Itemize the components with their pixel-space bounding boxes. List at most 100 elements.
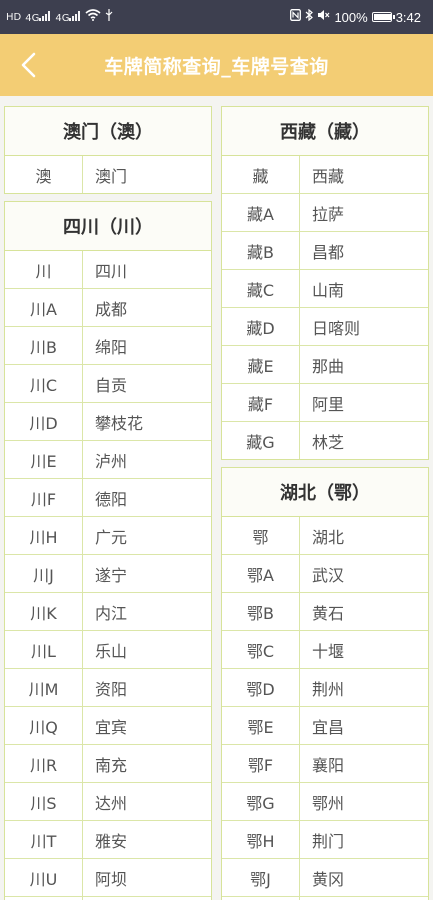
city-name: 绵阳 <box>95 337 128 357</box>
plate-row[interactable]: 藏A 拉萨 <box>222 193 428 231</box>
plate-row[interactable]: 川T 雅安 <box>5 820 211 858</box>
city-name: 达州 <box>95 793 128 813</box>
left-column: 澳门（澳）澳澳门 四川（川）川四川 川A 成都 川B 绵阳 川C 自贡 川D 攀枝花 川E 泸州 川F 德… <box>4 106 212 900</box>
app-bar: 车牌简称查询_车牌号查询 <box>0 34 433 96</box>
plate-code: 鄂G <box>222 783 300 820</box>
plate-code: 鄂D <box>222 669 300 706</box>
city-name: 那曲 <box>312 356 345 376</box>
plate-row[interactable]: 川E 泸州 <box>5 440 211 478</box>
plate-code: 川 <box>5 251 83 288</box>
plate-row[interactable]: 鄂D 荆州 <box>222 668 428 706</box>
plate-row[interactable]: 川R 南充 <box>5 744 211 782</box>
plate-row[interactable]: 藏E 那曲 <box>222 345 428 383</box>
plate-row[interactable]: 川J 遂宁 <box>5 554 211 592</box>
city-name: 乐山 <box>95 641 128 661</box>
plate-row[interactable]: 鄂H 荆门 <box>222 820 428 858</box>
city-name: 黄石 <box>312 603 345 623</box>
city-name: 湖北 <box>312 527 345 547</box>
plate-row[interactable]: 藏B 昌都 <box>222 231 428 269</box>
plate-row[interactable]: 川A 成都 <box>5 288 211 326</box>
signal-icon-1: 4G <box>25 10 51 24</box>
city-name: 西藏 <box>312 166 345 186</box>
plate-row[interactable]: 川C 自贡 <box>5 364 211 402</box>
plate-row[interactable]: 川V甘孜 <box>5 896 211 900</box>
province-title: 西藏（藏） <box>222 107 428 156</box>
city-name: 内江 <box>95 603 128 623</box>
plate-code: 鄂F <box>222 745 300 782</box>
plate-row[interactable]: 鄂K孝感 <box>222 896 428 900</box>
page-title: 车牌简称查询_车牌号查询 <box>104 55 329 78</box>
hd-icon: HD <box>6 11 22 23</box>
city-name: 遂宁 <box>95 565 128 585</box>
mute-icon <box>317 9 330 25</box>
city-name: 鄂州 <box>312 793 345 813</box>
province-card: 澳门（澳）澳澳门 <box>4 106 212 194</box>
plate-code: 川Q <box>5 707 83 744</box>
city-name: 武汉 <box>312 565 345 585</box>
city-name: 十堰 <box>312 641 345 661</box>
plate-row[interactable]: 鄂E 宜昌 <box>222 706 428 744</box>
plate-row[interactable]: 川四川 <box>5 251 211 288</box>
city-name: 荆门 <box>312 831 345 851</box>
status-bar-right: 100% 3:42 <box>290 8 421 25</box>
city-name: 阿坝 <box>95 869 128 889</box>
plate-row[interactable]: 川F 德阳 <box>5 478 211 516</box>
plate-code: 川L <box>5 631 83 668</box>
plate-code: 澳 <box>5 156 83 193</box>
plate-code: 藏 <box>222 156 300 193</box>
plate-code: 藏A <box>222 194 300 231</box>
city-name: 宜宾 <box>95 717 128 737</box>
chevron-left-icon[interactable] <box>14 48 46 82</box>
plate-row[interactable]: 藏D 日喀则 <box>222 307 428 345</box>
plate-code: 川T <box>5 821 83 858</box>
plate-row[interactable]: 川M 资阳 <box>5 668 211 706</box>
plate-row[interactable]: 川L 乐山 <box>5 630 211 668</box>
city-name: 襄阳 <box>312 755 345 775</box>
plate-row[interactable]: 鄂F 襄阳 <box>222 744 428 782</box>
plate-row[interactable]: 鄂C 十堰 <box>222 630 428 668</box>
plate-row[interactable]: 藏西藏 <box>222 156 428 193</box>
plate-code: 藏G <box>222 422 300 459</box>
plate-row[interactable]: 澳澳门 <box>5 156 211 193</box>
plate-table: 川四川 川A 成都 川B 绵阳 川C 自贡 川D 攀枝花 川E 泸州 川F 德阳 川H 广元 川J 遂宁 川K 内江… <box>5 251 211 900</box>
plate-row[interactable]: 川D 攀枝花 <box>5 402 211 440</box>
status-bar-left: HD 4G 4G <box>6 9 113 25</box>
plate-row[interactable]: 川S 达州 <box>5 782 211 820</box>
city-name: 雅安 <box>95 831 128 851</box>
plate-row[interactable]: 川U 阿坝 <box>5 858 211 896</box>
plate-row[interactable]: 鄂A 武汉 <box>222 554 428 592</box>
plate-code: 鄂C <box>222 631 300 668</box>
plate-row[interactable]: 藏F 阿里 <box>222 383 428 421</box>
plate-code: 川K <box>5 593 83 630</box>
plate-row[interactable]: 川B 绵阳 <box>5 326 211 364</box>
city-name: 广元 <box>95 527 128 547</box>
battery-icon <box>371 12 395 22</box>
city-name: 四川 <box>95 261 128 281</box>
province-card: 四川（川）川四川 川A 成都 川B 绵阳 川C 自贡 川D 攀枝花 川E 泸州 川F 德阳 川H 广元 川J 遂… <box>4 201 212 900</box>
plate-code: 川F <box>5 479 83 516</box>
province-title: 四川（川） <box>5 202 211 251</box>
plate-code: 川C <box>5 365 83 402</box>
status-bar: HD 4G 4G 100% 3:42 <box>0 0 433 34</box>
city-name: 资阳 <box>95 679 128 699</box>
plate-code: 鄂A <box>222 555 300 592</box>
city-name: 林芝 <box>312 432 345 452</box>
plate-list[interactable]: 澳门（澳）澳澳门 四川（川）川四川 川A 成都 川B 绵阳 川C 自贡 川D 攀枝花 川E 泸州 川F 德… <box>0 96 433 900</box>
plate-row[interactable]: 鄂B 黄石 <box>222 592 428 630</box>
plate-row[interactable]: 川K 内江 <box>5 592 211 630</box>
plate-row[interactable]: 藏G 林芝 <box>222 421 428 459</box>
plate-row[interactable]: 藏C 山南 <box>222 269 428 307</box>
plate-code: 川D <box>5 403 83 440</box>
clock: 3:42 <box>395 9 421 25</box>
right-column: 西藏（藏）藏西藏 藏A 拉萨 藏B 昌都 藏C 山南 藏D 日喀则 藏E 那曲 藏F 阿里 藏G 林芝 湖北（… <box>221 106 429 900</box>
plate-row[interactable]: 川Q 宜宾 <box>5 706 211 744</box>
plate-code: 川B <box>5 327 83 364</box>
province-card: 湖北（鄂）鄂湖北 鄂A 武汉 鄂B 黄石 鄂C 十堰 鄂D 荆州 鄂E 宜昌 鄂F 襄阳 鄂G 鄂州 鄂H 荆门… <box>221 467 429 900</box>
city-name: 宜昌 <box>312 717 345 737</box>
plate-row[interactable]: 川H 广元 <box>5 516 211 554</box>
plate-row[interactable]: 鄂G 鄂州 <box>222 782 428 820</box>
plate-code: 鄂H <box>222 821 300 858</box>
plate-code: 川U <box>5 859 83 896</box>
plate-row[interactable]: 鄂J 黄冈 <box>222 858 428 896</box>
plate-row[interactable]: 鄂湖北 <box>222 517 428 554</box>
